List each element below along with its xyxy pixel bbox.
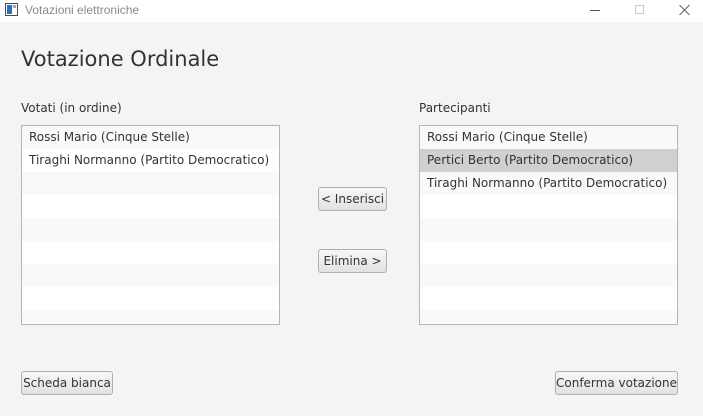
empty-list-row [22,241,279,264]
app-window-icon [5,3,18,16]
close-button[interactable] [662,0,703,22]
voted-list-item[interactable]: Rossi Mario (Cinque Stelle) [22,126,279,149]
insert-button[interactable]: < Inserisci [318,187,387,211]
confirm-vote-button[interactable]: Conferma votazione [555,371,678,395]
empty-list-row [420,218,677,241]
participants-list[interactable]: Rossi Mario (Cinque Stelle) Pertici Berto… [419,125,678,325]
close-icon [679,4,691,16]
remove-button[interactable]: Elimina > [318,249,387,273]
empty-list-row [22,310,279,324]
voted-list-label: Votati (in ordine) [21,101,122,115]
empty-list-row [22,195,279,218]
participant-list-item[interactable]: Rossi Mario (Cinque Stelle) [420,126,677,149]
voted-list[interactable]: Rossi Mario (Cinque Stelle) Tiraghi Norma… [21,125,280,325]
empty-list-row [22,287,279,310]
maximize-button [617,0,663,22]
voted-list-item[interactable]: Tiraghi Normanno (Partito Democratico) [22,149,279,172]
minimize-icon [590,10,600,11]
empty-list-row [22,172,279,195]
empty-list-row [420,287,677,310]
empty-list-row [22,218,279,241]
empty-list-row [420,264,677,287]
maximize-icon [635,5,644,14]
minimize-button[interactable] [572,0,618,22]
participant-list-item[interactable]: Pertici Berto (Partito Democratico) [420,149,677,172]
blank-ballot-button[interactable]: Scheda bianca [21,371,113,395]
empty-list-row [420,310,677,324]
empty-list-row [22,264,279,287]
window-title: Votazioni elettroniche [25,3,140,17]
empty-list-row [420,241,677,264]
participants-list-label: Partecipanti [419,101,491,115]
empty-list-row [420,195,677,218]
participant-list-item[interactable]: Tiraghi Normanno (Partito Democratico) [420,172,677,195]
page-title: Votazione Ordinale [21,47,220,71]
title-bar: Votazioni elettroniche [0,0,703,22]
